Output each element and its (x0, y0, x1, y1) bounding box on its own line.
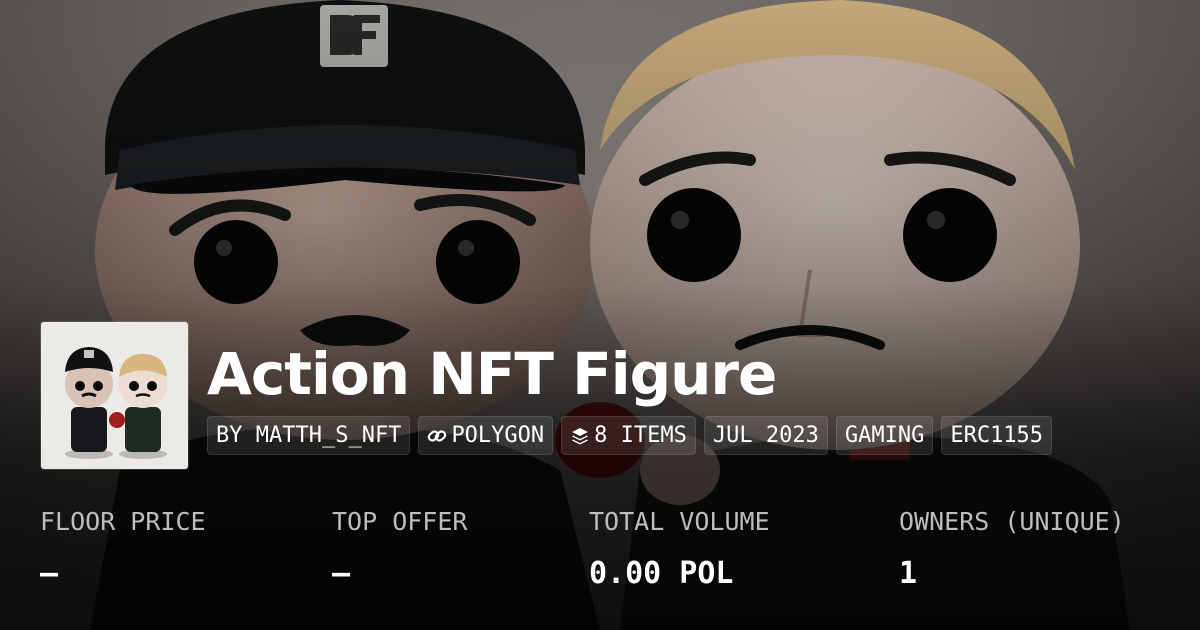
tag-standard-label: ERC1155 (950, 423, 1044, 448)
stat-top-offer-value: – (332, 556, 351, 591)
stat-total-volume-value: 0.00 POL (589, 556, 734, 591)
tag-creator-label: BY MATTH_S_NFT (216, 423, 402, 448)
tag-category-label: GAMING (844, 423, 925, 448)
stat-floor-price-label: FLOOR PRICE (40, 507, 206, 536)
stat-owners-label: OWNERS (UNIQUE) (899, 507, 1125, 536)
chain-link-icon (428, 429, 447, 442)
stat-owners: OWNERS (UNIQUE) 1 (899, 504, 1125, 594)
tag-date-label: JUL 2023 (712, 423, 819, 448)
tag-chain-label: POLYGON (451, 423, 545, 448)
tag-chain[interactable]: POLYGON (418, 416, 554, 455)
tag-items[interactable]: 8 ITEMS (561, 416, 696, 455)
collection-title: Action NFT Figure (207, 340, 777, 408)
collection-tags: BY MATTH_S_NFT POLYGON 8 ITEMS JUL 2023 … (207, 416, 1053, 455)
stat-total-volume-label: TOTAL VOLUME (589, 507, 770, 536)
tag-date[interactable]: JUL 2023 (703, 416, 828, 455)
stat-floor-price: FLOOR PRICE – (40, 504, 206, 594)
tag-standard[interactable]: ERC1155 (941, 416, 1053, 455)
tag-items-label: 8 ITEMS (594, 423, 687, 448)
stat-top-offer: TOP OFFER – (332, 504, 467, 594)
tag-category[interactable]: GAMING (835, 416, 934, 455)
tag-creator[interactable]: BY MATTH_S_NFT (207, 416, 411, 455)
stat-owners-value: 1 (899, 556, 918, 591)
collection-avatar (40, 321, 189, 470)
layers-icon (572, 427, 589, 444)
stat-floor-price-value: – (40, 556, 59, 591)
stat-top-offer-label: TOP OFFER (332, 507, 468, 536)
og-card: Action NFT Figure BY MATTH_S_NFT POLYGON… (0, 0, 1200, 630)
stat-total-volume: TOTAL VOLUME 0.00 POL (589, 504, 770, 594)
